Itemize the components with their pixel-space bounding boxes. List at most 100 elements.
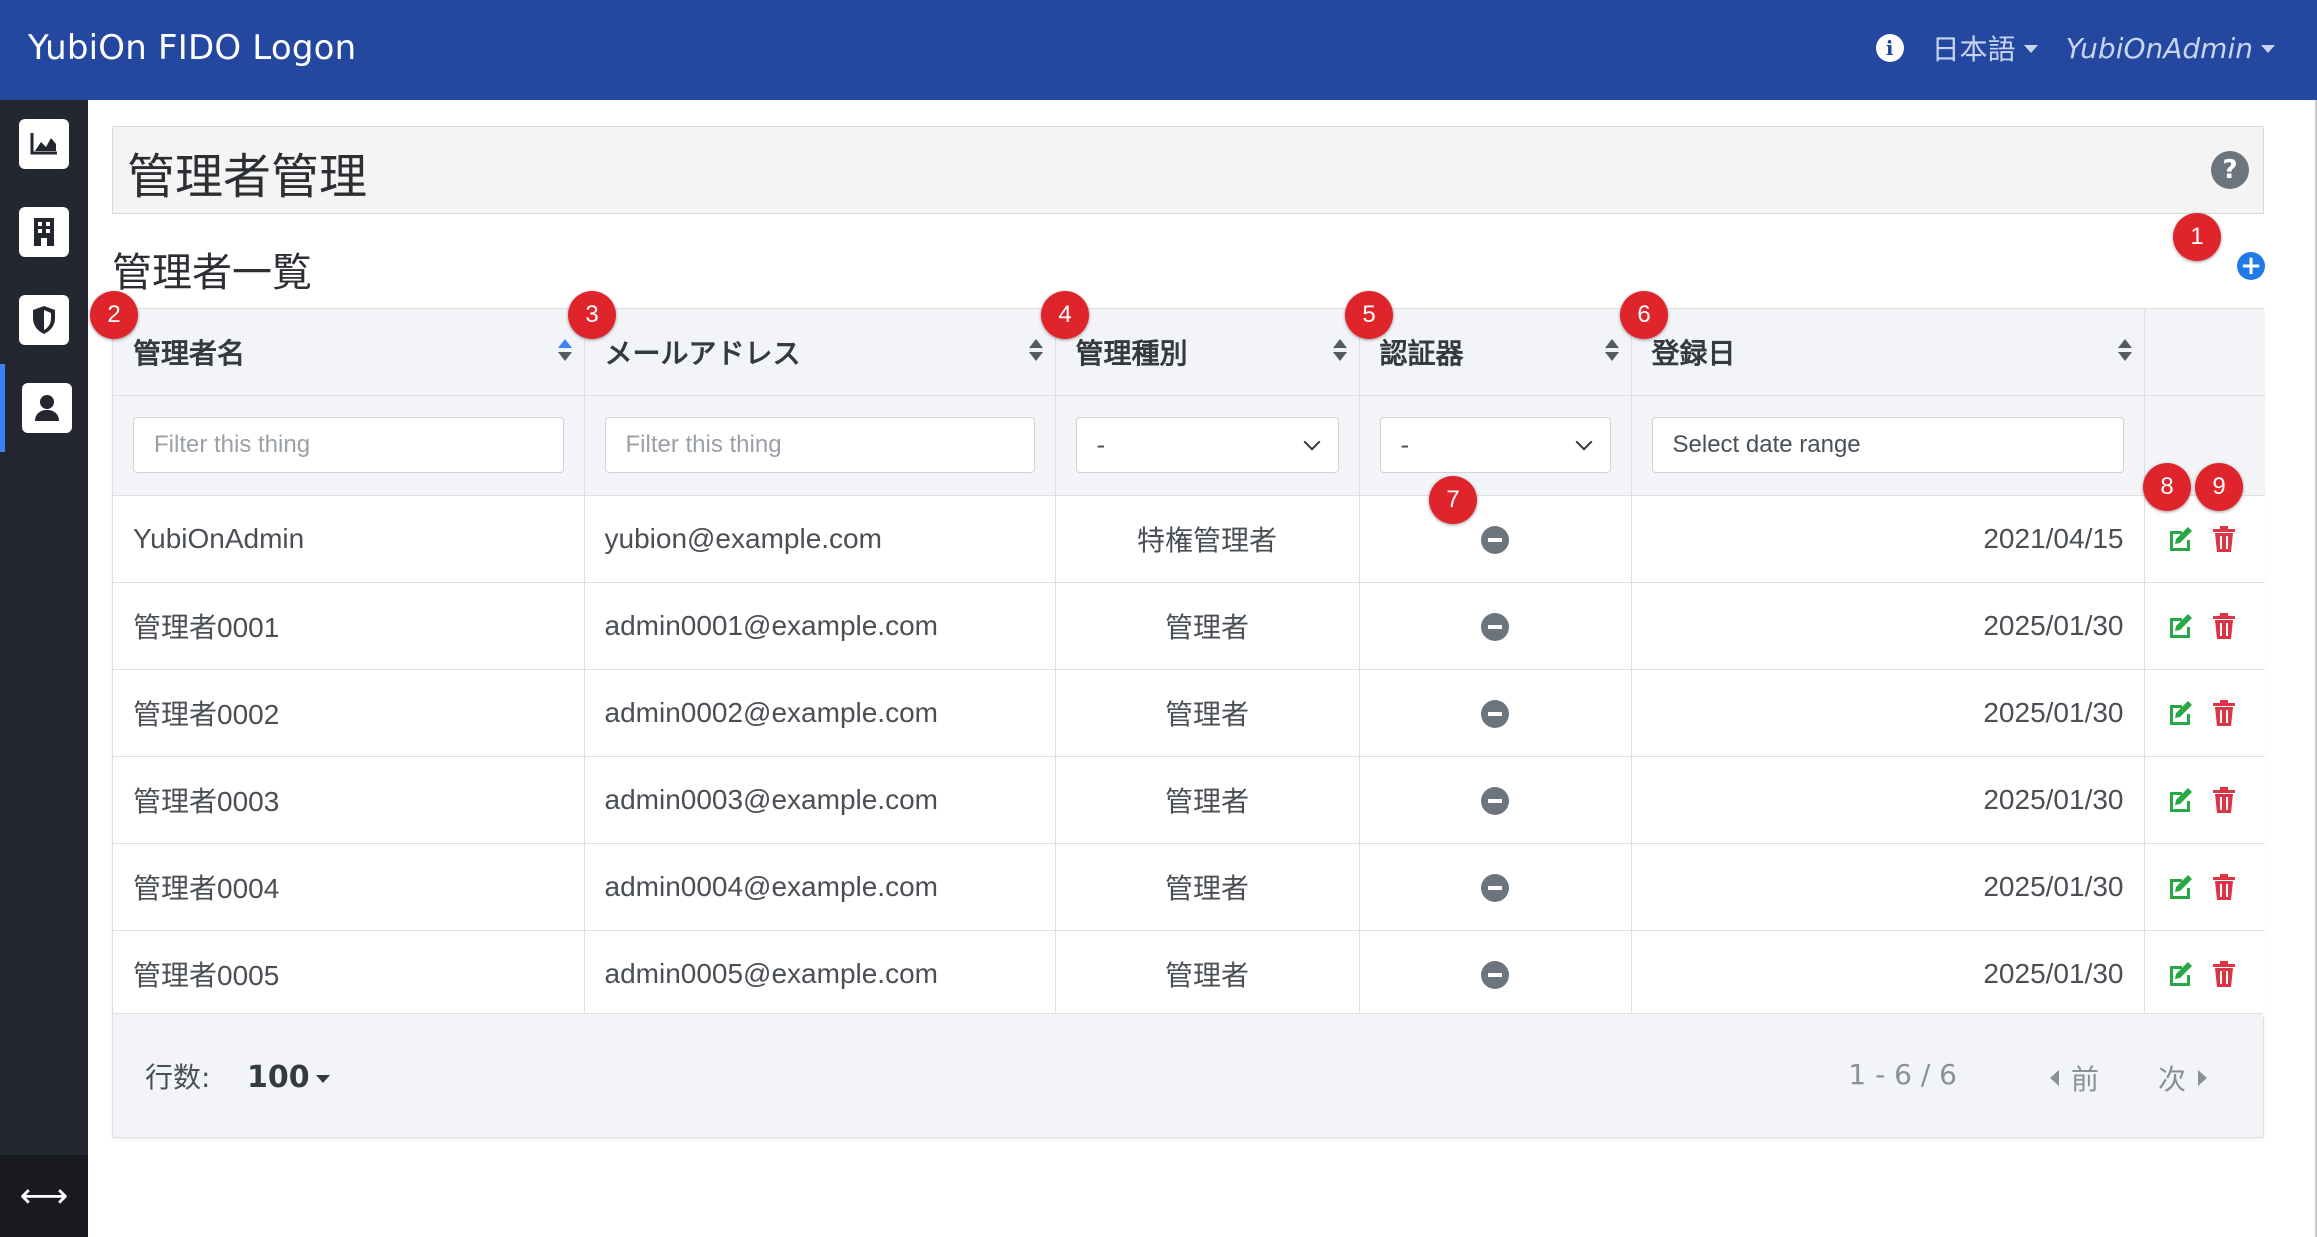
admin-name-cell[interactable]: 管理者0001 (113, 582, 585, 670)
arrows-h-icon: ⟷ (19, 1176, 69, 1216)
app-brand[interactable]: YubiOn FIDO Logon (28, 28, 356, 68)
edit-icon[interactable] (2165, 524, 2195, 554)
sidebar-item-administrators[interactable] (0, 364, 88, 452)
registered-date-cell: 2025/01/30 (1631, 669, 2145, 757)
info-circle-icon[interactable]: i (1875, 34, 1904, 62)
caret-down-icon (2261, 45, 2275, 53)
rows-per-page-select[interactable]: 100 (247, 1060, 330, 1095)
caret-right-icon (2198, 1070, 2207, 1086)
sort-icon (557, 339, 572, 363)
name-filter-input[interactable]: Filter this thing (133, 417, 564, 473)
admin-email-cell: admin0003@example.com (584, 756, 1056, 844)
trash-icon[interactable] (2209, 524, 2239, 554)
page-title: 管理者管理 (127, 149, 368, 205)
column-header-email[interactable]: メールアドレス (584, 309, 1056, 396)
admin-type-cell: 特権管理者 (1055, 495, 1360, 583)
authenticator-cell (1359, 843, 1632, 931)
user-dropdown[interactable]: YubiOnAdmin (2066, 32, 2275, 65)
actions-cell (2144, 669, 2265, 757)
user-name: YubiOnAdmin (2065, 31, 2253, 65)
prev-page-button[interactable]: 前 (2049, 1058, 2099, 1098)
column-header-date[interactable]: 登録日 (1631, 309, 2145, 396)
minus-circle-icon (1481, 787, 1509, 816)
date-range-filter-input[interactable]: Select date range (1651, 417, 2124, 473)
edit-icon[interactable] (2165, 959, 2195, 989)
authenticator-cell (1359, 930, 1632, 1018)
trash-icon[interactable] (2209, 785, 2239, 815)
authenticator-cell (1359, 756, 1632, 844)
plus-circle-icon: + (2240, 251, 2262, 281)
admin-name-cell[interactable]: YubiOnAdmin (113, 495, 585, 583)
trash-icon[interactable] (2209, 872, 2239, 902)
admin-table: 管理者名 メールアドレス 管理種別 認証器 登録日 Filter this th… (112, 308, 2265, 1138)
admin-name-cell[interactable]: 管理者0002 (113, 669, 585, 757)
marker-5: 5 (1345, 291, 1393, 339)
minus-circle-icon (1481, 613, 1509, 642)
column-header-authenticator[interactable]: 認証器 (1359, 309, 1632, 396)
sort-icon (1332, 339, 1347, 363)
edit-icon[interactable] (2165, 611, 2195, 641)
admin-name-cell[interactable]: 管理者0003 (113, 756, 585, 844)
chart-area-icon (19, 119, 69, 169)
minus-circle-icon (1481, 700, 1509, 729)
trash-icon[interactable] (2209, 959, 2239, 989)
add-admin-button[interactable]: + (2237, 252, 2265, 280)
marker-6: 6 (1620, 291, 1668, 339)
sidebar-item-dashboard[interactable] (0, 100, 88, 188)
admin-name-cell[interactable]: 管理者0004 (113, 843, 585, 931)
marker-2: 2 (90, 291, 138, 339)
marker-9: 9 (2195, 463, 2243, 511)
pagination-info: 1 - 6 / 6 (1848, 1058, 1957, 1091)
minus-circle-icon (1481, 961, 1509, 990)
page-header: 管理者管理 ? (112, 126, 2264, 214)
authenticator-cell (1359, 669, 1632, 757)
registered-date-cell: 2025/01/30 (1631, 843, 2145, 931)
actions-cell (2144, 582, 2265, 670)
marker-4: 4 (1041, 291, 1089, 339)
column-header-type[interactable]: 管理種別 (1055, 309, 1360, 396)
table-footer: 行数: 100 1 - 6 / 6 前 次 (113, 1013, 2263, 1137)
sidebar: ⟷ (0, 100, 88, 1237)
user-icon (21, 383, 72, 433)
actions-cell (2144, 930, 2265, 1018)
authenticator-filter-select[interactable]: - (1379, 417, 1611, 473)
sidebar-item-organization[interactable] (0, 188, 88, 276)
admin-name-cell[interactable]: 管理者0005 (113, 930, 585, 1018)
table-row: 管理者0002 admin0002@example.com 管理者 2025/01/3… (113, 669, 2265, 757)
column-header-actions (2144, 309, 2265, 396)
authenticator-cell (1359, 582, 1632, 670)
actions-cell (2144, 756, 2265, 844)
type-filter-select[interactable]: - (1075, 417, 1339, 473)
marker-8: 8 (2143, 463, 2191, 511)
admin-email-cell: admin0002@example.com (584, 669, 1056, 757)
column-header-name[interactable]: 管理者名 (113, 309, 585, 396)
table-row: 管理者0004 admin0004@example.com 管理者 2025/01/3… (113, 843, 2265, 931)
table-row: YubiOnAdmin yubion@example.com 特権管理者 2021/0… (113, 495, 2265, 583)
marker-1: 1 (2173, 213, 2221, 261)
caret-down-icon (2023, 45, 2038, 53)
admin-email-cell: admin0001@example.com (584, 582, 1056, 670)
edit-icon[interactable] (2165, 872, 2195, 902)
top-navbar: YubiOn FIDO Logon i 日本語 YubiOnAdmin (0, 0, 2317, 100)
building-icon (19, 207, 69, 257)
sidebar-item-security[interactable] (0, 276, 88, 364)
table-row: 管理者0005 admin0005@example.com 管理者 2025/01/3… (113, 930, 2265, 1018)
admin-type-cell: 管理者 (1055, 669, 1360, 757)
sidebar-toggle[interactable]: ⟷ (0, 1155, 88, 1237)
registered-date-cell: 2025/01/30 (1631, 930, 2145, 1018)
next-page-button[interactable]: 次 (2158, 1058, 2207, 1098)
trash-icon[interactable] (2209, 611, 2239, 641)
question-circle-icon[interactable]: ? (2211, 151, 2249, 189)
email-filter-input[interactable]: Filter this thing (604, 417, 1035, 473)
edit-icon[interactable] (2165, 785, 2195, 815)
admin-email-cell: admin0004@example.com (584, 843, 1056, 931)
registered-date-cell: 2025/01/30 (1631, 582, 2145, 670)
table-row: 管理者0003 admin0003@example.com 管理者 2025/01/3… (113, 756, 2265, 844)
language-dropdown[interactable]: 日本語 (1932, 28, 2038, 68)
table-row: 管理者0001 admin0001@example.com 管理者 2025/01/3… (113, 582, 2265, 670)
chevron-down-icon (1575, 433, 1592, 451)
minus-circle-icon (1481, 874, 1509, 903)
trash-icon[interactable] (2209, 698, 2239, 728)
edit-icon[interactable] (2165, 698, 2195, 728)
actions-cell (2144, 843, 2265, 931)
